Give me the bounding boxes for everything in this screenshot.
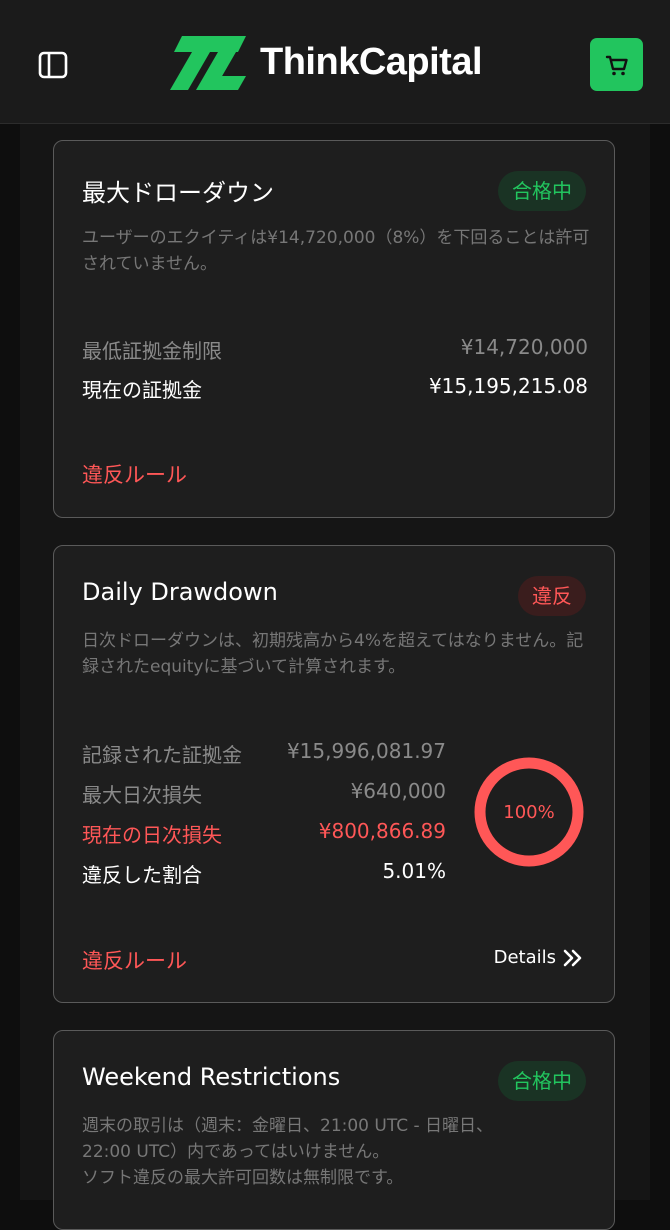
double-chevron-right-icon bbox=[563, 949, 582, 966]
min-margin-value: ¥14,720,000 bbox=[460, 335, 588, 359]
brand-name: ThinkCapital bbox=[260, 40, 483, 83]
daily-drawdown-card: Daily Drawdown 違反 日次ドローダウンは、初期残高から4%を超えて… bbox=[53, 545, 615, 1003]
status-badge: 合格中 bbox=[498, 1061, 586, 1101]
max-daily-loss-value: ¥640,000 bbox=[350, 779, 446, 803]
card-description: ユーザーのエクイティは¥14,720,000（8%）を下回ることは許可されていま… bbox=[82, 228, 590, 274]
card-title: 最大ドローダウン bbox=[82, 179, 274, 207]
current-margin-label: 現在の証拠金 bbox=[82, 378, 202, 402]
max-daily-loss-label: 最大日次損失 bbox=[82, 783, 202, 807]
card-title: Daily Drawdown bbox=[82, 578, 278, 606]
description-line: ソフト違反の最大許可回数は無制限です。 bbox=[82, 1168, 404, 1188]
current-daily-loss-label: 現在の日次損失 bbox=[82, 823, 222, 847]
min-margin-label: 最低証拠金制限 bbox=[82, 339, 222, 363]
status-badge: 違反 bbox=[518, 576, 586, 616]
max-drawdown-card: 最大ドローダウン 合格中 ユーザーのエクイティは¥14,720,000（8%）を… bbox=[53, 140, 615, 518]
current-daily-loss-row: 現在の日次損失 ¥800,866.89 bbox=[82, 819, 446, 848]
description-line: 22:00 UTC）内であってはいけません。 bbox=[82, 1142, 390, 1162]
brand-mark-icon bbox=[170, 36, 246, 90]
cart-button[interactable] bbox=[590, 38, 643, 91]
violation-rules-link[interactable]: 違反ルール bbox=[82, 459, 187, 489]
current-margin-value: ¥15,195,215.08 bbox=[428, 374, 588, 398]
max-daily-loss-row: 最大日次損失 ¥640,000 bbox=[82, 779, 446, 808]
min-margin-row: 最低証拠金制限 ¥14,720,000 bbox=[82, 335, 588, 364]
cart-icon bbox=[605, 55, 628, 75]
recorded-margin-row: 記録された証拠金 ¥15,996,081.97 bbox=[82, 739, 446, 768]
sidebar-toggle-icon[interactable] bbox=[36, 48, 70, 82]
card-description: 週末の取引は（週末：金曜日、21:00 UTC - 日曜日、 22:00 UTC… bbox=[82, 1113, 612, 1191]
progress-ring-label: 100% bbox=[503, 802, 554, 823]
description-line: 週末の取引は（週末：金曜日、21:00 UTC - 日曜日、 bbox=[82, 1116, 494, 1136]
violation-rules-link[interactable]: 違反ルール bbox=[82, 945, 187, 975]
breach-ratio-label: 違反した割合 bbox=[82, 863, 202, 887]
recorded-margin-label: 記録された証拠金 bbox=[82, 743, 242, 767]
content-area: 最大ドローダウン 合格中 ユーザーのエクイティは¥14,720,000（8%）を… bbox=[20, 124, 650, 1230]
weekend-restrictions-card: Weekend Restrictions 合格中 週末の取引は（週末：金曜日、2… bbox=[53, 1030, 615, 1230]
current-daily-loss-value: ¥800,866.89 bbox=[318, 819, 446, 843]
current-margin-row: 現在の証拠金 ¥15,195,215.08 bbox=[82, 374, 588, 403]
recorded-margin-value: ¥15,996,081.97 bbox=[286, 739, 446, 763]
details-label: Details bbox=[493, 947, 556, 968]
card-description: 日次ドローダウンは、初期残高から4%を超えてはなりません。記録されたequity… bbox=[82, 631, 584, 677]
progress-ring: 100% bbox=[474, 757, 584, 867]
breach-ratio-value: 5.01% bbox=[382, 859, 446, 883]
top-bar: ThinkCapital bbox=[0, 0, 670, 124]
breach-ratio-row: 違反した割合 5.01% bbox=[82, 859, 446, 888]
details-link[interactable]: Details bbox=[494, 947, 584, 968]
status-badge: 合格中 bbox=[498, 171, 586, 211]
card-title: Weekend Restrictions bbox=[82, 1063, 341, 1091]
brand-logo[interactable]: ThinkCapital bbox=[166, 32, 483, 92]
